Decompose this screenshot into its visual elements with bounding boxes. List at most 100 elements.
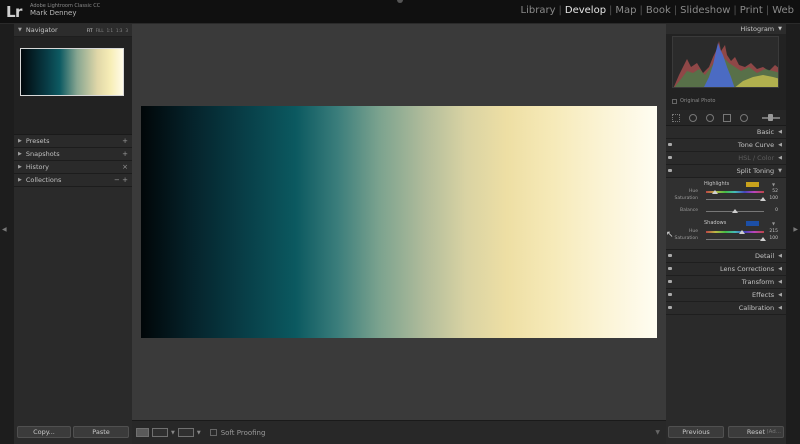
shadows-saturation-slider[interactable] xyxy=(706,239,764,240)
shadows-hue-slider[interactable] xyxy=(706,231,764,233)
soft-proofing-checkbox[interactable] xyxy=(209,429,217,436)
right-panel-toggle-icon[interactable]: ▶ xyxy=(793,226,798,233)
history-header[interactable]: ▶ History × xyxy=(14,161,132,174)
highlights-saturation-slider[interactable] xyxy=(706,199,764,200)
split-toning-section-header[interactable]: Split Toning ▼ xyxy=(666,165,786,178)
reset-button[interactable]: Reset (Ad... xyxy=(728,426,784,438)
left-panel-toggle-icon[interactable]: ◀ xyxy=(2,226,7,233)
triangle-left-icon: ◀ xyxy=(778,292,782,298)
toolbar-menu-icon[interactable]: ▼ xyxy=(655,429,660,436)
split-toning-controls: Highlights ▼ Hue 52 Saturation 100 Balan… xyxy=(666,178,786,250)
triangle-down-icon[interactable]: ▼ xyxy=(772,221,775,226)
transform-section-header[interactable]: Transform ◀ xyxy=(666,276,786,289)
panel-switch-icon[interactable] xyxy=(668,254,672,257)
triangle-down-icon[interactable]: ▼ xyxy=(197,430,201,436)
basic-section-header[interactable]: Basic ◀ xyxy=(666,126,786,139)
snapshots-header[interactable]: ▶ Snapshots + xyxy=(14,148,132,161)
collections-title: Collections xyxy=(25,176,62,184)
module-web[interactable]: Web xyxy=(770,5,796,16)
zoom-3[interactable]: 3 xyxy=(125,28,128,33)
panel-switch-icon[interactable] xyxy=(668,306,672,309)
triangle-down-icon[interactable]: ▼ xyxy=(171,430,175,436)
triangle-right-icon: ▶ xyxy=(18,164,22,170)
shadows-hue-knob[interactable] xyxy=(739,230,745,234)
panel-switch-icon[interactable] xyxy=(668,169,672,172)
history-title: History xyxy=(25,163,49,171)
before-after-swap-icon[interactable] xyxy=(177,428,194,437)
histogram-graphic xyxy=(673,41,778,87)
lens-corrections-title: Lens Corrections xyxy=(720,265,775,273)
balance-knob[interactable] xyxy=(732,209,738,213)
effects-section-header[interactable]: Effects ◀ xyxy=(666,289,786,302)
collections-actions[interactable]: − + xyxy=(114,176,128,184)
panel-switch-icon[interactable] xyxy=(668,267,672,270)
module-library[interactable]: Library xyxy=(519,5,558,16)
panel-switch-icon[interactable] xyxy=(668,280,672,283)
loupe-view-icon[interactable] xyxy=(136,428,149,437)
right-panel-footer: Previous Reset (Ad... xyxy=(666,420,786,444)
hsl-title: HSL / Color xyxy=(738,154,775,162)
triangle-left-icon: ◀ xyxy=(778,253,782,259)
gradient-photo[interactable] xyxy=(141,106,657,338)
module-book[interactable]: Book xyxy=(644,5,673,16)
lens-corrections-section-header[interactable]: Lens Corrections ◀ xyxy=(666,263,786,276)
highlights-color-chip[interactable] xyxy=(746,182,759,187)
navigator-header[interactable]: ▼ Navigator FIT FILL 1:1 1:3 3 xyxy=(14,24,132,37)
zoom-1-1[interactable]: 1:1 xyxy=(107,28,113,33)
radial-filter-icon[interactable] xyxy=(740,113,748,122)
calibration-section-header[interactable]: Calibration ◀ xyxy=(666,302,786,315)
spot-removal-icon[interactable] xyxy=(689,113,697,122)
top-panel-toggle[interactable] xyxy=(397,0,403,3)
calibration-title: Calibration xyxy=(738,304,775,312)
zoom-fit[interactable]: FIT xyxy=(87,28,93,33)
detail-section-header[interactable]: Detail ◀ xyxy=(666,250,786,263)
module-print[interactable]: Print xyxy=(738,5,765,16)
module-develop[interactable]: Develop xyxy=(563,5,608,16)
panel-switch-icon[interactable] xyxy=(668,293,672,296)
add-snapshot-button[interactable]: + xyxy=(122,150,128,158)
presets-title: Presets xyxy=(25,137,50,145)
paste-button[interactable]: Paste xyxy=(73,426,129,438)
clear-history-button[interactable]: × xyxy=(122,163,128,171)
zoom-1-3[interactable]: 1:3 xyxy=(116,28,122,33)
crop-overlay-icon[interactable] xyxy=(672,113,680,122)
left-panel-footer: Copy... Paste xyxy=(14,420,132,444)
soft-proofing-label: Soft Proofing xyxy=(220,428,266,437)
module-slideshow[interactable]: Slideshow xyxy=(678,5,732,16)
snapshots-title: Snapshots xyxy=(25,150,60,158)
highlights-saturation-value[interactable]: 100 xyxy=(764,196,778,201)
before-after-icon[interactable] xyxy=(152,428,168,437)
triangle-down-icon[interactable]: ▼ xyxy=(772,182,775,187)
histogram-chart[interactable] xyxy=(672,36,779,88)
navigator-thumbnail[interactable] xyxy=(20,48,124,96)
triangle-down-icon: ▼ xyxy=(778,26,782,32)
tone-curve-section-header[interactable]: Tone Curve ◀ xyxy=(666,139,786,152)
highlights-hue-value[interactable]: 52 xyxy=(764,189,778,194)
balance-value[interactable]: 0 xyxy=(764,208,778,213)
shadows-hue-value[interactable]: 215 xyxy=(764,229,778,234)
effects-title: Effects xyxy=(752,291,775,299)
collections-header[interactable]: ▶ Collections − + xyxy=(14,174,132,187)
shadows-color-chip[interactable] xyxy=(746,221,759,226)
presets-header[interactable]: ▶ Presets + xyxy=(14,135,132,148)
panel-switch-icon[interactable] xyxy=(668,143,672,146)
detail-title: Detail xyxy=(754,252,775,260)
add-preset-button[interactable]: + xyxy=(122,137,128,145)
previous-button[interactable]: Previous xyxy=(668,426,724,438)
histogram-header[interactable]: Histogram ▼ xyxy=(666,24,786,34)
zoom-fill[interactable]: FILL xyxy=(96,28,104,33)
panel-switch-icon[interactable] xyxy=(668,156,672,159)
red-eye-icon[interactable] xyxy=(706,113,714,122)
highlights-hue-knob[interactable] xyxy=(712,190,718,194)
shadows-saturation-value[interactable]: 100 xyxy=(764,236,778,241)
original-photo-toggle[interactable]: Original Photo xyxy=(672,98,715,104)
module-map[interactable]: Map xyxy=(613,5,638,16)
graduated-filter-icon[interactable] xyxy=(723,113,731,122)
triangle-left-icon: ◀ xyxy=(778,129,782,135)
triangle-left-icon: ◀ xyxy=(778,305,782,311)
triangle-right-icon: ▶ xyxy=(18,177,22,183)
highlights-saturation-label: Saturation xyxy=(674,196,698,201)
adjustment-brush-icon[interactable] xyxy=(762,113,780,121)
hsl-section-header[interactable]: HSL / Color ◀ xyxy=(666,152,786,165)
copy-button[interactable]: Copy... xyxy=(17,426,71,438)
